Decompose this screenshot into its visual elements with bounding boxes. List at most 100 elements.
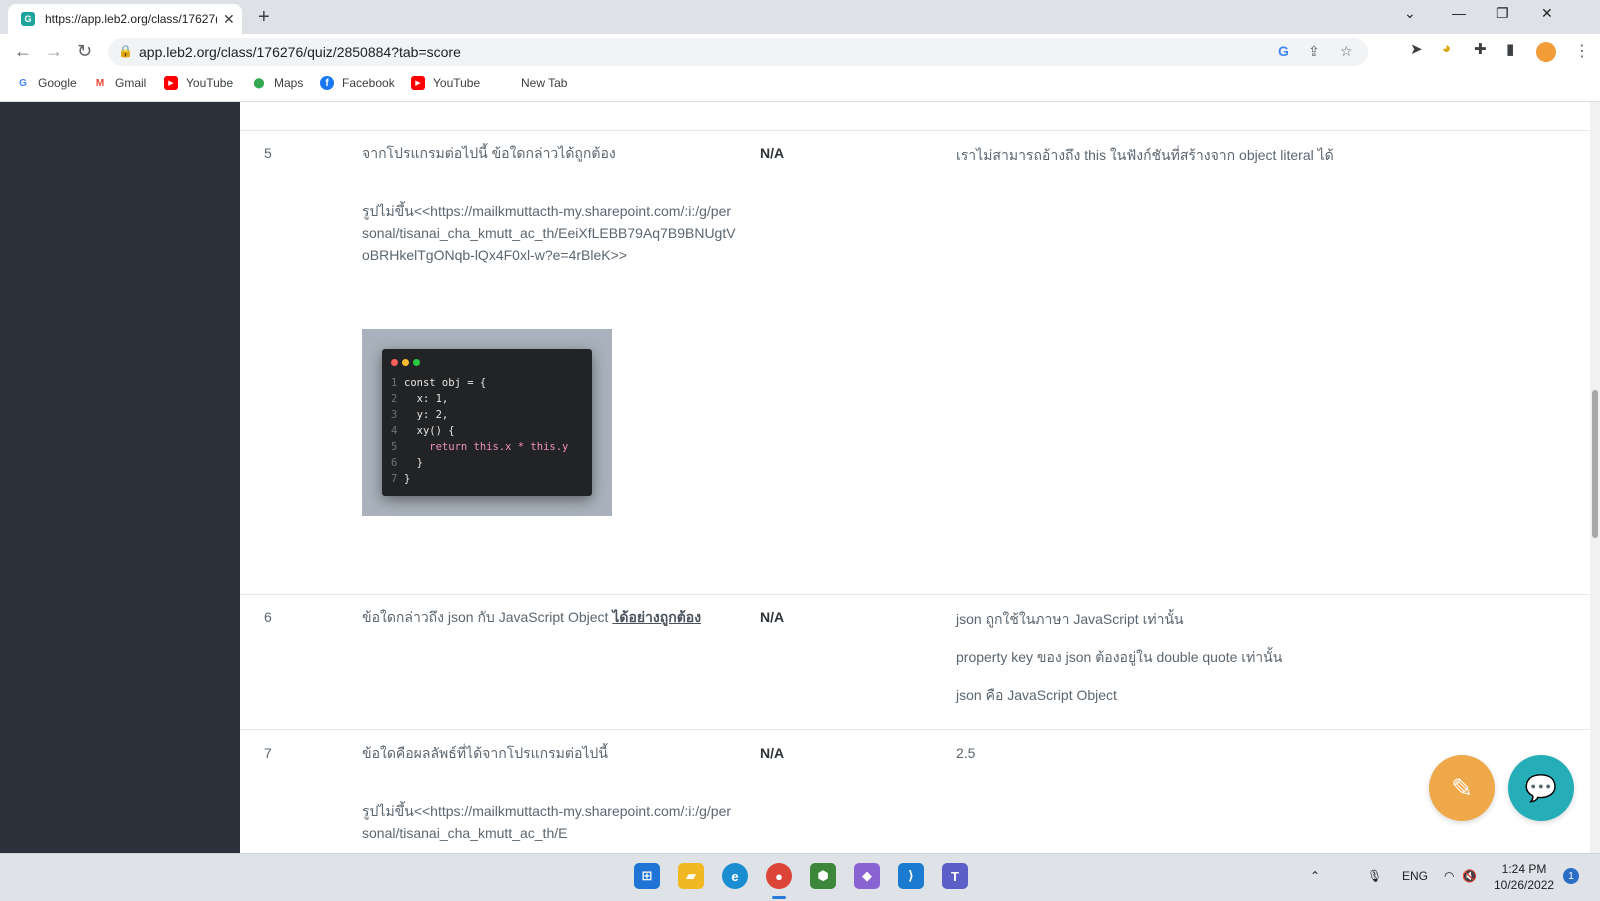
notification-badge[interactable]: 1 <box>1563 868 1579 884</box>
bookmark-label: Google <box>38 76 77 90</box>
score-value: N/A <box>760 145 785 161</box>
address-bar[interactable]: 🔒 app.leb2.org/class/176276/quiz/2850884… <box>108 38 1368 66</box>
yellow-dot-icon <box>402 359 409 366</box>
browser-tab[interactable]: G https://app.leb2.org/class/17627( ✕ <box>8 4 242 34</box>
extension-face-icon[interactable]: ◕ <box>1442 40 1451 57</box>
chat-fab-button[interactable]: 💬 <box>1508 755 1574 821</box>
quiz-score-table: 5 จากโปรแกรมต่อไปนี้ ข้อใดกล่าวได้ถูกต้อ… <box>240 102 1590 853</box>
bookmark-youtube-2[interactable]: ▶ YouTube <box>411 76 480 90</box>
vscode-icon[interactable]: ⟩ <box>898 863 924 889</box>
youtube-icon: ▶ <box>411 76 425 90</box>
google-lens-icon[interactable]: G <box>1278 43 1289 59</box>
side-panel-icon[interactable]: ▮ <box>1506 40 1514 58</box>
system-clock[interactable]: 1:24 PM 10/26/2022 <box>1494 861 1554 893</box>
bookmark-new-tab[interactable]: New Tab <box>521 76 567 90</box>
code-line: 1 const obj = { <box>391 377 487 389</box>
facebook-icon: f <box>320 76 334 90</box>
edit-icon: ✎ <box>1451 772 1473 803</box>
broken-image-link-text[interactable]: รูปไม่ขึ้น<<https://mailkmuttacth-my.sha… <box>362 800 737 844</box>
forward-icon[interactable]: → <box>45 41 63 62</box>
minimize-icon[interactable]: — <box>1452 5 1466 21</box>
scrollbar-thumb[interactable] <box>1592 390 1598 538</box>
start-windows-icon[interactable]: ⊞ <box>634 863 660 889</box>
bookmark-facebook[interactable]: f Facebook <box>320 76 395 90</box>
code-line: 6 } <box>391 457 423 469</box>
app-diamond-icon[interactable]: ◆ <box>854 863 880 889</box>
lock-icon[interactable]: 🔒 <box>118 44 133 58</box>
extensions-puzzle-icon[interactable]: ✚ <box>1474 40 1487 58</box>
question-number: 7 <box>264 745 272 761</box>
answer-text: json ถูกใช้ในภาษา JavaScript เท่านั้น <box>956 611 1184 627</box>
bookmark-label: YouTube <box>186 76 234 90</box>
row-divider <box>240 594 1590 595</box>
youtube-icon: ▶ <box>164 76 178 90</box>
bookmark-label: Gmail <box>115 76 147 90</box>
file-explorer-icon[interactable]: ▰ <box>678 863 704 889</box>
code-window: 1 const obj = { 2 x: 1, 3 y: 2, 4 xy() { … <box>382 349 592 496</box>
wifi-icon[interactable]: ◠ <box>1444 869 1454 883</box>
answer-text: json คือ JavaScript Object <box>956 687 1117 703</box>
red-dot-icon <box>391 359 398 366</box>
question-number: 6 <box>264 609 272 625</box>
bookmark-star-icon[interactable]: ☆ <box>1340 43 1353 60</box>
window-dots <box>391 359 420 366</box>
tab-title: https://app.leb2.org/class/17627( <box>45 12 217 26</box>
language-indicator[interactable]: ENG <box>1402 869 1428 883</box>
row-divider <box>240 729 1590 730</box>
clock-date: 10/26/2022 <box>1494 878 1555 892</box>
code-line: 3 y: 2, <box>391 409 449 421</box>
code-screenshot-image: 1 const obj = { 2 x: 1, 3 y: 2, 4 xy() { … <box>362 329 612 516</box>
windows-taskbar: ⊞ ▰ e ● ⬢ ◆ ⟩ T ⌃ 🎙 ENG ◠ 🔇 1:24 PM 10/2… <box>0 853 1600 901</box>
score-value: N/A <box>760 609 785 625</box>
send-extension-icon[interactable]: ➤ <box>1410 40 1423 58</box>
maps-icon: ⬤ <box>253 77 265 89</box>
chrome-icon[interactable]: ● <box>766 863 792 889</box>
app-sidebar <box>0 102 240 853</box>
edge-icon[interactable]: e <box>722 863 748 889</box>
reload-icon[interactable]: ↻ <box>77 41 92 62</box>
nodejs-icon[interactable]: ⬢ <box>810 863 836 889</box>
bookmark-google[interactable]: G Google <box>16 76 77 90</box>
answer-text: property key ของ json ต้องอยู่ใน double … <box>956 649 1283 665</box>
show-hidden-icons-icon[interactable]: ⌃ <box>1310 869 1320 883</box>
code-line: 2 x: 1, <box>391 393 449 405</box>
chrome-menu-icon[interactable]: ⋮ <box>1574 41 1590 61</box>
page-scrollbar[interactable] <box>1590 102 1600 853</box>
active-app-indicator <box>772 896 786 899</box>
site-favicon-icon: G <box>21 12 35 26</box>
speaker-muted-icon[interactable]: 🔇 <box>1462 869 1477 883</box>
gmail-icon: M <box>95 77 105 89</box>
bookmark-gmail[interactable]: M Gmail <box>93 76 147 90</box>
edit-fab-button[interactable]: ✎ <box>1429 755 1495 821</box>
answer-text: 2.5 <box>956 745 976 761</box>
question-number: 5 <box>264 145 272 161</box>
url-text[interactable]: app.leb2.org/class/176276/quiz/2850884?t… <box>139 44 461 60</box>
bookmark-maps[interactable]: ⬤ Maps <box>252 76 303 90</box>
chat-bubble-icon: 💬 <box>1524 772 1558 803</box>
profile-avatar[interactable] <box>1536 42 1556 62</box>
tab-strip: G https://app.leb2.org/class/17627( ✕ + … <box>0 0 1600 34</box>
bookmark-label: Maps <box>274 76 304 90</box>
bookmark-youtube[interactable]: ▶ YouTube <box>164 76 233 90</box>
answer-text: เราไม่สามารถอ้างถึง this ในฟังก์ชันที่สร… <box>956 147 1334 163</box>
clock-time: 1:24 PM <box>1501 862 1547 876</box>
share-icon[interactable]: ⇪ <box>1308 43 1320 60</box>
browser-toolbar: ← → ↻ 🔒 app.leb2.org/class/176276/quiz/2… <box>0 34 1600 70</box>
broken-image-link-text[interactable]: รูปไม่ขึ้น<<https://mailkmuttacth-my.sha… <box>362 200 737 266</box>
question-emphasis: ได้อย่างถูกต้อง <box>612 609 702 625</box>
back-icon[interactable]: ← <box>14 41 32 62</box>
close-tab-icon[interactable]: ✕ <box>223 11 235 28</box>
tab-search-chevron-icon[interactable]: ⌄ <box>1404 5 1416 22</box>
row-divider <box>240 130 1590 131</box>
google-icon: G <box>19 77 27 89</box>
bookmark-label: YouTube <box>433 76 481 90</box>
bookmarks-bar: G Google M Gmail ▶ YouTube ⬤ Maps f Face… <box>0 70 1600 102</box>
microphone-muted-icon[interactable]: 🎙 <box>1367 869 1382 883</box>
new-tab-icon[interactable]: + <box>258 6 270 29</box>
restore-icon[interactable]: ❐ <box>1496 5 1509 22</box>
close-window-icon[interactable]: ✕ <box>1541 5 1553 22</box>
bookmark-label: New Tab <box>521 76 568 90</box>
code-line: 5 return this.x * this.y <box>391 441 569 453</box>
teams-icon[interactable]: T <box>942 863 968 889</box>
question-text: จากโปรแกรมต่อไปนี้ ข้อใดกล่าวได้ถูกต้อง <box>362 145 616 161</box>
